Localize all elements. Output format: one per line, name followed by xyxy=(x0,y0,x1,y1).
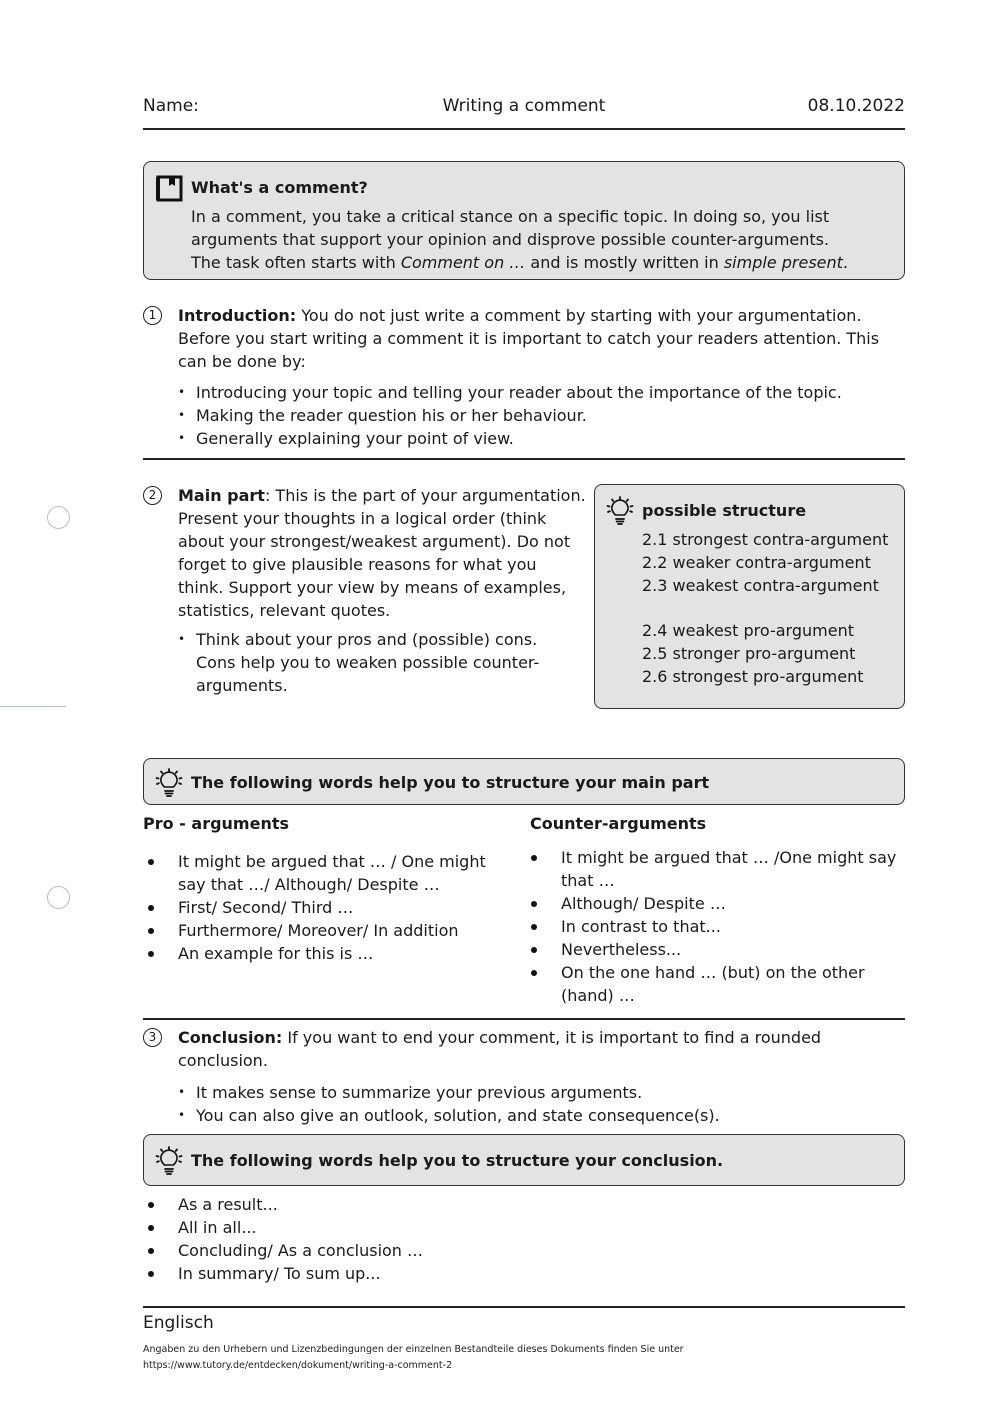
book-bookmark-icon xyxy=(156,175,183,202)
list-item: Making the reader question his or her be… xyxy=(178,404,900,427)
conclusion-words-title: The following words help you to structur… xyxy=(191,1151,724,1170)
list-item: Although/ Despite … xyxy=(526,892,904,915)
structure-item: 2.5 stronger pro-argument xyxy=(642,644,856,663)
list-item: An example for this is … xyxy=(143,942,503,965)
conclusion-bullet-list: It makes sense to summarize your previou… xyxy=(178,1081,900,1127)
section-number-1: 1 xyxy=(143,306,162,325)
info-box-body: In a comment, you take a critical stance… xyxy=(191,205,891,274)
info-box-what-is-a-comment: What's a comment? In a comment, you take… xyxy=(143,161,905,280)
footer-subject: Englisch xyxy=(143,1313,214,1333)
info-box-title: What's a comment? xyxy=(191,178,368,197)
list-item: All in all... xyxy=(143,1216,743,1239)
list-item: It makes sense to summarize your previou… xyxy=(178,1081,900,1104)
main-part-bullet-list: Think about your pros and (possible) con… xyxy=(178,628,558,697)
structure-item: 2.2 weaker contra-argument xyxy=(642,553,871,572)
structure-item: 2.6 strongest pro-argument xyxy=(642,667,864,686)
footer-license-text: Angaben zu den Urhebern und Lizenzbeding… xyxy=(143,1344,684,1355)
list-item: On the one hand … (but) on the other (ha… xyxy=(526,961,904,1007)
list-item: In summary/ To sum up... xyxy=(143,1262,743,1285)
list-item: You can also give an outlook, solution, … xyxy=(178,1104,900,1127)
header-divider xyxy=(143,128,905,130)
lightbulb-icon xyxy=(606,496,634,525)
punch-hole-mark-bottom xyxy=(47,886,70,909)
pro-structure-list: 2.4 weakest pro-argument 2.5 stronger pr… xyxy=(642,619,863,688)
info-text: The task often starts with xyxy=(191,253,401,272)
info-text: and is mostly written in xyxy=(525,253,724,272)
info-italic-simple-present: simple present xyxy=(723,253,843,272)
list-item: Generally explaining your point of view. xyxy=(178,427,900,450)
document-date: 08.10.2022 xyxy=(807,96,905,116)
structure-item: 2.3 weakest contra-argument xyxy=(642,576,879,595)
list-item: Think about your pros and (possible) con… xyxy=(178,628,558,697)
fold-mark xyxy=(0,706,66,707)
section-divider xyxy=(143,458,905,460)
footer-divider xyxy=(143,1306,905,1308)
list-item: Concluding/ As a conclusion … xyxy=(143,1239,743,1262)
list-item: Nevertheless... xyxy=(526,938,904,961)
possible-structure-title: possible structure xyxy=(642,501,807,520)
conclusion-words-list: As a result... All in all... Concluding/… xyxy=(143,1193,743,1285)
structure-item: 2.1 strongest contra-argument xyxy=(642,530,889,549)
conclusion-words-box: The following words help you to structur… xyxy=(143,1134,905,1186)
main-part-text: : This is the part of your argumentation… xyxy=(178,486,586,620)
info-box-line-3: The task often starts with Comment on … … xyxy=(191,251,891,274)
main-part-paragraph: Main part: This is the part of your argu… xyxy=(178,484,586,622)
section-number-3: 3 xyxy=(143,1028,162,1047)
conclusion-paragraph: Conclusion: If you want to end your comm… xyxy=(178,1026,858,1072)
pro-arguments-heading: Pro - arguments xyxy=(143,814,290,833)
punch-hole-mark-top xyxy=(47,506,70,529)
info-text: . xyxy=(842,253,849,272)
counter-arguments-list: It might be argued that … /One might say… xyxy=(526,846,904,1007)
footer-url: https://www.tutory.de/entdecken/dokument… xyxy=(143,1360,453,1371)
list-item: It might be argued that … /One might say… xyxy=(526,846,904,892)
list-item: First/ Second/ Third … xyxy=(143,896,503,919)
contra-structure-list: 2.1 strongest contra-argument 2.2 weaker… xyxy=(642,528,888,597)
list-item: As a result... xyxy=(143,1193,743,1216)
main-part-words-title: The following words help you to structur… xyxy=(191,773,710,792)
pro-arguments-list: It might be argued that … / One might sa… xyxy=(143,850,503,965)
lightbulb-icon xyxy=(155,1146,183,1175)
introduction-heading: Introduction: xyxy=(178,306,297,325)
counter-arguments-heading: Counter-arguments xyxy=(530,814,707,833)
conclusion-heading: Conclusion: xyxy=(178,1028,283,1047)
introduction-paragraph: Introduction: You do not just write a co… xyxy=(178,304,900,373)
main-part-heading: Main part xyxy=(178,486,265,505)
lightbulb-icon xyxy=(155,768,183,797)
main-part-words-box: The following words help you to structur… xyxy=(143,758,905,805)
list-item: In contrast to that... xyxy=(526,915,904,938)
section-divider xyxy=(143,1018,905,1020)
list-item: Introducing your topic and telling your … xyxy=(178,381,900,404)
section-number-2: 2 xyxy=(143,486,162,505)
structure-item: 2.4 weakest pro-argument xyxy=(642,621,854,640)
introduction-bullet-list: Introducing your topic and telling your … xyxy=(178,381,900,450)
info-box-line-1: In a comment, you take a critical stance… xyxy=(191,207,830,226)
info-italic-comment-on: Comment on … xyxy=(400,253,526,272)
list-item: It might be argued that … / One might sa… xyxy=(143,850,503,896)
list-item: Furthermore/ Moreover/ In addition xyxy=(143,919,503,942)
info-box-line-2: arguments that support your opinion and … xyxy=(191,230,830,249)
possible-structure-box: possible structure 2.1 strongest contra-… xyxy=(594,484,905,709)
